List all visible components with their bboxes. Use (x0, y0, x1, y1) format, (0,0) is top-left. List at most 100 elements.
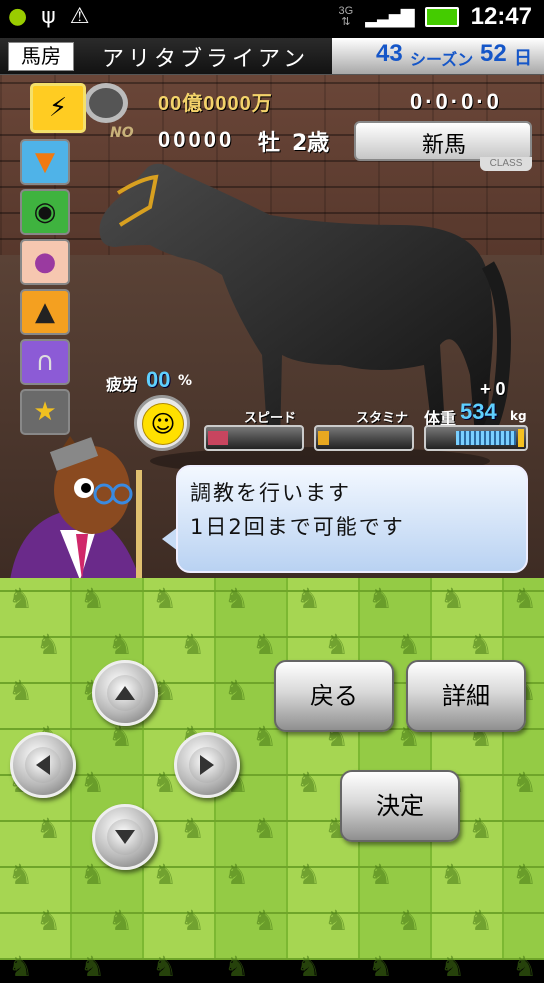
title-bar: 馬房 アリタブライアン 43 シーズン 52 日 (0, 38, 544, 75)
signal-icon: ▂▃▅▇ (365, 6, 414, 28)
field-horse-pattern: ♞ (296, 858, 322, 891)
field-horse-pattern: ♞ (512, 582, 538, 615)
speech-bubble: 調教を行います 1日2回まで可能です (176, 465, 528, 573)
stamina-label: スタミナ (356, 411, 409, 426)
field-horse-pattern: ♞ (540, 904, 544, 937)
stable-scene: 00億0000万 0·0·0·0 NO 00000 牡 2歳 新馬 CLASS … (0, 75, 544, 578)
horse-silhouette-icon[interactable]: ▲ (20, 289, 70, 335)
field-horse-pattern: ♞ (512, 766, 538, 799)
battery-icon (424, 7, 459, 27)
field-horse-pattern: ♞ (324, 628, 350, 661)
dpad-right-button[interactable] (174, 732, 240, 798)
android-icon: ● (8, 4, 28, 29)
field-horse-pattern: ♞ (296, 766, 322, 799)
field-horse-pattern: ♞ (396, 628, 422, 661)
confirm-button[interactable]: 決定 (340, 770, 460, 842)
field-horse-pattern: ♞ (296, 950, 322, 983)
dpad-up-button[interactable] (92, 660, 158, 726)
dpad-left-button[interactable] (10, 732, 76, 798)
field-horse-pattern: ♞ (368, 582, 394, 615)
weight-change: + 0 (480, 379, 506, 399)
stable-icon[interactable]: ⚡ (30, 83, 86, 133)
class-value: 新馬 (421, 133, 466, 158)
field-horse-pattern: ♞ (180, 904, 206, 937)
weight-unit: kg (510, 409, 527, 423)
field-horse-pattern: ♞ (80, 950, 106, 983)
message-line-1: 調教を行います (190, 481, 351, 505)
day-label: 日 (514, 48, 532, 69)
season-number: 43 (376, 40, 403, 67)
field-horse-pattern: ♞ (540, 720, 544, 753)
field-horse-pattern: ♞ (152, 582, 178, 615)
binoculars-icon[interactable]: ◉ (20, 189, 70, 235)
trophy-icon[interactable]: ★ (20, 389, 70, 435)
class-tag: CLASS (480, 157, 532, 171)
field-horse-pattern: ♞ (440, 950, 466, 983)
field-horse-pattern: ♞ (224, 858, 250, 891)
trainer-horse-character (10, 436, 142, 578)
speed-bar (204, 425, 304, 451)
field-horse-pattern: ♞ (8, 950, 34, 983)
field-horse-pattern: ♞ (512, 950, 538, 983)
back-button[interactable]: 戻る (274, 660, 394, 732)
field-horse-pattern: ♞ (224, 674, 250, 707)
field-horse-pattern: ♞ (368, 858, 394, 891)
carrot-icon[interactable]: ▼ (20, 139, 70, 185)
control-panel: ♞ ♞ ♞ ♞ ♞ ♞ ♞ ♞ ♞ ♞ ♞ ♞ ♞ ♞ ♞ ♞ ♞ ♞ ♞ ♞ ♞ ♞ ♞ ♞ ♞ ♞ ♞ ♞ ♞ ♞ ♞ ♞ ♞ ♞ ♞ ♞ ♞ ♞ ♞ ♞… (0, 578, 544, 983)
horseshoe-icon[interactable]: ∩ (20, 339, 70, 385)
weight-gauge-fill (456, 431, 516, 445)
field-horse-pattern: ♞ (540, 812, 544, 845)
field-horse-pattern: ♞ (224, 582, 250, 615)
field-horse-pattern: ♞ (108, 628, 134, 661)
field-horse-pattern: ♞ (252, 812, 278, 845)
field-horse-pattern: ♞ (80, 582, 106, 615)
field-horse-pattern: ♞ (8, 858, 34, 891)
weight-gauge-marker (518, 429, 524, 447)
fatigue-label: 疲労 (106, 375, 139, 394)
field-horse-pattern: ♞ (440, 858, 466, 891)
field-horse-pattern: ♞ (36, 904, 62, 937)
field-horse-pattern: ♞ (224, 950, 250, 983)
horse-number: 00000 (158, 127, 235, 152)
field-horse-pattern: ♞ (80, 858, 106, 891)
field-horse-pattern: ♞ (540, 628, 544, 661)
arrow-left-icon (36, 755, 50, 775)
field-horse-pattern: ♞ (296, 582, 322, 615)
arrow-down-icon (115, 830, 135, 844)
horse-sex: 牡 (258, 131, 281, 156)
arrow-right-icon (200, 755, 214, 775)
horse-age: 2歳 (292, 131, 330, 156)
stamina-bar-fill (318, 431, 329, 445)
field-horse-pattern: ♞ (8, 674, 34, 707)
usb-icon: ψ (41, 4, 56, 29)
field-horse-pattern: ♞ (468, 812, 494, 845)
day-number: 52 (480, 40, 507, 67)
field-horse-pattern: ♞ (80, 766, 106, 799)
fatigue-value: 00 (146, 367, 171, 392)
field-horse-pattern: ♞ (180, 812, 206, 845)
race-record: 0·0·0·0 (410, 89, 502, 114)
field-horse-pattern: ♞ (36, 812, 62, 845)
field-horse-pattern: ♞ (368, 950, 394, 983)
fatigue-unit: % (178, 373, 193, 389)
field-horse-pattern: ♞ (468, 628, 494, 661)
field-horse-pattern: ♞ (512, 858, 538, 891)
dpad-down-button[interactable] (92, 804, 158, 870)
network-indicator: 3G ⇅ (338, 5, 354, 28)
tab-stable[interactable]: 馬房 (8, 42, 74, 71)
field-horse-pattern: ♞ (468, 904, 494, 937)
field-horse-pattern: ♞ (396, 904, 422, 937)
warning-icon: ⚠ (69, 4, 90, 29)
field-horse-pattern: ♞ (152, 766, 178, 799)
class-badge: 新馬 (354, 121, 532, 161)
field-horse-pattern: ♞ (180, 628, 206, 661)
speed-label: スピード (244, 411, 297, 426)
arrow-up-icon (115, 686, 135, 700)
field-horse-pattern: ♞ (252, 904, 278, 937)
jockey-icon[interactable]: ● (20, 239, 70, 285)
field-horse-pattern: ♞ (8, 582, 34, 615)
detail-button[interactable]: 詳細 (406, 660, 526, 732)
message-line-2: 1日2回まで可能です (190, 515, 405, 539)
horse-name: アリタブライアン (102, 47, 310, 72)
field-horse-pattern: ♞ (36, 628, 62, 661)
